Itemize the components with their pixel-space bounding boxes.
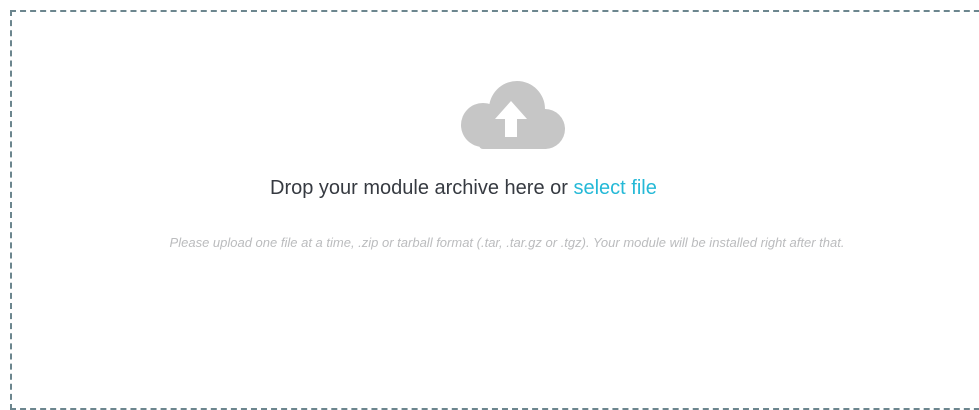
cloud-upload-icon xyxy=(453,79,569,157)
dropzone-headline-text: Drop your module archive here or xyxy=(270,177,568,199)
select-file-link[interactable]: select file xyxy=(573,177,656,199)
upload-help-text: Please upload one file at a time, .zip o… xyxy=(169,235,845,250)
module-upload-dropzone[interactable]: Drop your module archive here or select … xyxy=(10,10,979,410)
